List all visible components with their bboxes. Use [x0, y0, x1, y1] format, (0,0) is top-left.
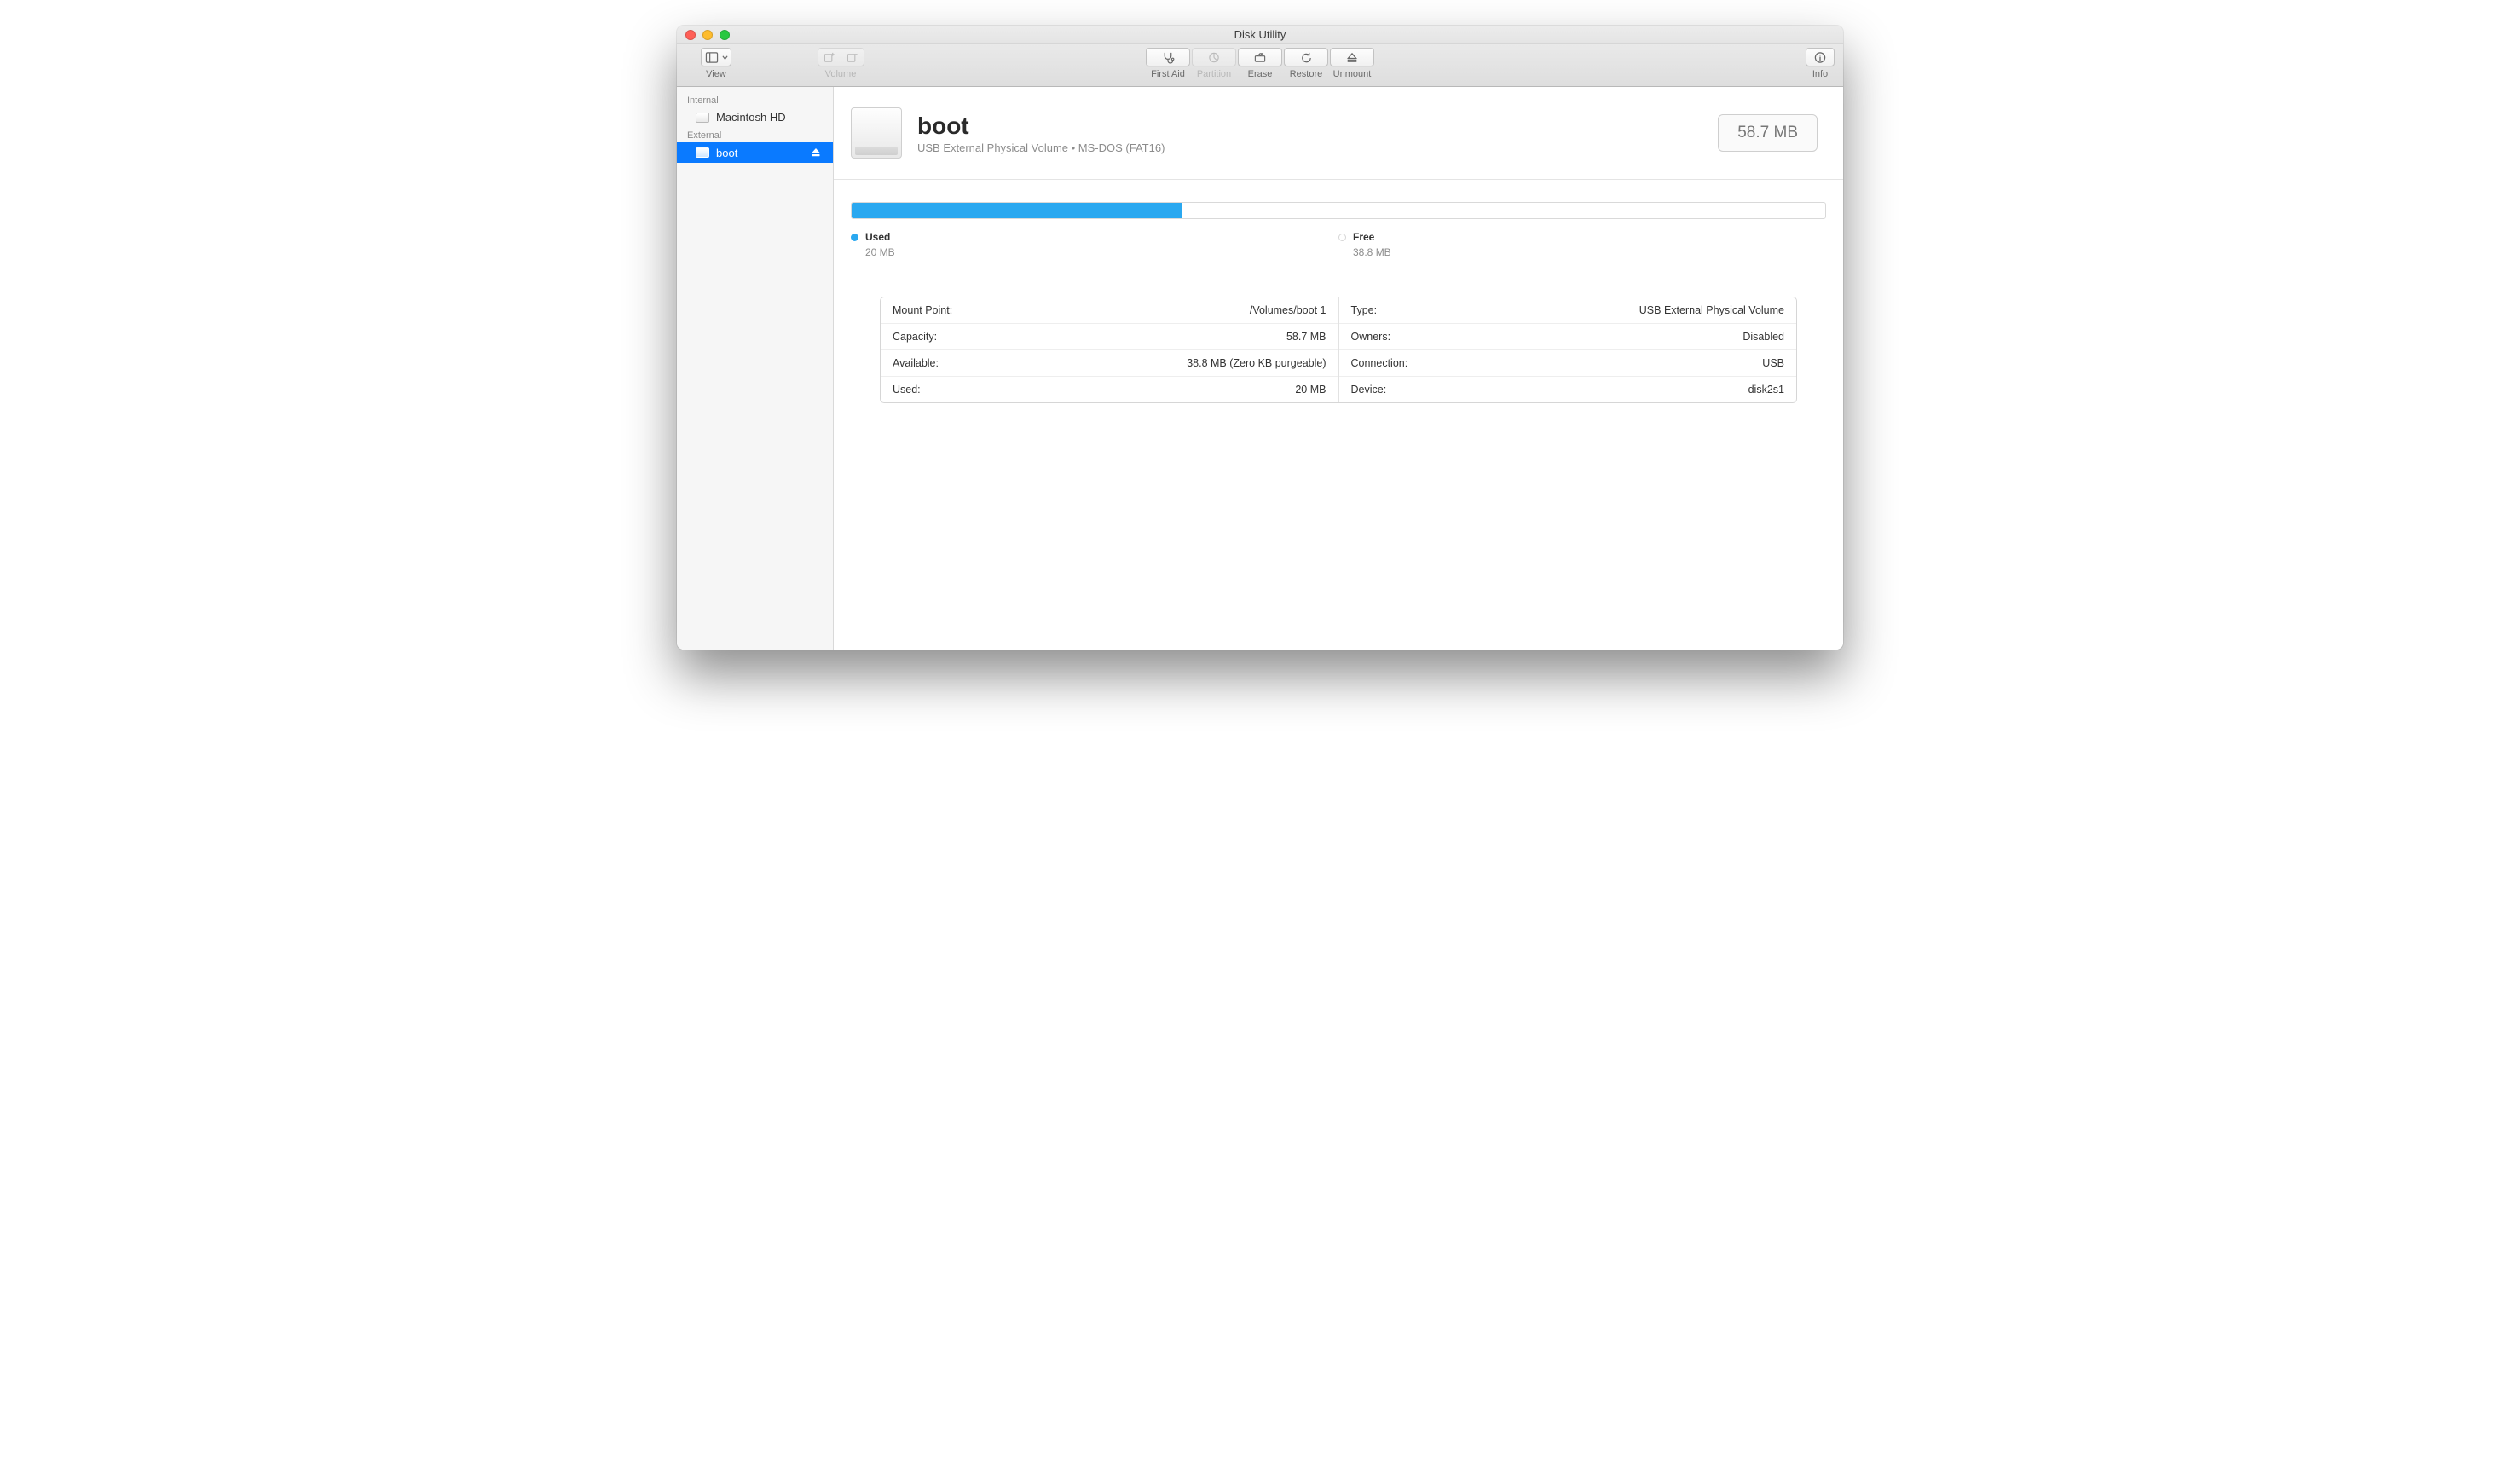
piechart-icon — [1207, 51, 1221, 64]
toolbar-volume-group: Volume — [806, 48, 875, 79]
usage-section: Used 20 MB Free 38.8 MB — [834, 180, 1843, 274]
legend-free: Free 38.8 MB — [1338, 231, 1826, 258]
legend-dot-used — [851, 234, 858, 241]
unmount-button[interactable] — [1330, 48, 1374, 66]
first-aid-button[interactable] — [1146, 48, 1190, 66]
legend-used-label: Used — [865, 231, 890, 243]
stethoscope-icon — [1161, 51, 1175, 64]
usage-legend: Used 20 MB Free 38.8 MB — [851, 231, 1826, 258]
details-table: Mount Point:/Volumes/boot 1 Capacity:58.… — [880, 297, 1797, 403]
sidebar-external-header: External — [677, 127, 833, 142]
window-title: Disk Utility — [677, 28, 1843, 41]
sidebar-item-label: boot — [716, 147, 737, 159]
main-panel: boot USB External Physical Volume • MS-D… — [834, 87, 1843, 650]
content: Internal Macintosh HD External boot boot — [677, 87, 1843, 650]
legend-used-value: 20 MB — [865, 246, 1338, 258]
erase-label: Erase — [1248, 69, 1273, 79]
volume-subtitle: USB External Physical Volume • MS-DOS (F… — [917, 141, 1165, 154]
disk-utility-window: Disk Utility View Volume — [677, 26, 1843, 650]
sidebar-item-label: Macintosh HD — [716, 111, 786, 124]
details-right: Type:USB External Physical Volume Owners… — [1339, 297, 1797, 402]
detail-row-owners: Owners:Disabled — [1339, 324, 1797, 350]
detail-row-type: Type:USB External Physical Volume — [1339, 297, 1797, 324]
eject-button[interactable] — [809, 146, 823, 159]
unmount-label: Unmount — [1333, 69, 1372, 79]
legend-free-label: Free — [1353, 231, 1374, 243]
volume-size-button[interactable]: 58.7 MB — [1718, 114, 1818, 152]
sidebar-item-boot[interactable]: boot — [677, 142, 833, 163]
restore-arrow-icon — [1299, 51, 1313, 64]
toolbar-info-group: Info — [1806, 48, 1835, 79]
info-button[interactable] — [1806, 48, 1835, 66]
remove-volume-button — [841, 48, 864, 66]
detail-row-used: Used:20 MB — [881, 377, 1338, 402]
volume-name: boot — [917, 113, 1165, 140]
detail-row-device: Device:disk2s1 — [1339, 377, 1797, 402]
legend-dot-free — [1338, 234, 1346, 241]
usage-bar-used — [852, 203, 1182, 218]
details-left: Mount Point:/Volumes/boot 1 Capacity:58.… — [881, 297, 1339, 402]
restore-label: Restore — [1290, 69, 1323, 79]
erase-icon — [1253, 51, 1267, 64]
toolbar-actions: First Aid Partition Erase Restore — [1145, 48, 1375, 79]
volume-header: boot USB External Physical Volume • MS-D… — [834, 87, 1843, 180]
volume-minus-icon — [846, 51, 859, 64]
sidebar-layout-icon — [705, 51, 719, 64]
toolbar: View Volume First Aid — [677, 44, 1843, 87]
detail-row-mount-point: Mount Point:/Volumes/boot 1 — [881, 297, 1338, 324]
disk-icon — [696, 147, 709, 158]
legend-used: Used 20 MB — [851, 231, 1338, 258]
view-button[interactable] — [701, 48, 731, 66]
info-icon — [1813, 51, 1827, 64]
chevron-down-icon — [722, 55, 728, 61]
info-label: Info — [1812, 69, 1828, 79]
detail-row-available: Available:38.8 MB (Zero KB purgeable) — [881, 350, 1338, 377]
eject-icon — [1345, 51, 1359, 64]
volume-label: Volume — [825, 69, 857, 79]
legend-free-value: 38.8 MB — [1353, 246, 1826, 258]
sidebar: Internal Macintosh HD External boot — [677, 87, 834, 650]
partition-button — [1192, 48, 1236, 66]
titlebar: Disk Utility — [677, 26, 1843, 44]
detail-row-capacity: Capacity:58.7 MB — [881, 324, 1338, 350]
add-volume-button — [818, 48, 841, 66]
sidebar-internal-header: Internal — [677, 92, 833, 107]
first-aid-label: First Aid — [1151, 69, 1185, 79]
volume-icon — [851, 107, 902, 159]
volume-plus-icon — [823, 51, 836, 64]
restore-button[interactable] — [1284, 48, 1328, 66]
erase-button[interactable] — [1238, 48, 1282, 66]
usage-bar — [851, 202, 1826, 219]
view-label: View — [706, 69, 726, 79]
sidebar-item-macintosh-hd[interactable]: Macintosh HD — [677, 107, 833, 127]
toolbar-view-group: View — [685, 48, 747, 79]
volume-title-block: boot USB External Physical Volume • MS-D… — [917, 113, 1165, 154]
partition-label: Partition — [1197, 69, 1231, 79]
disk-icon — [696, 113, 709, 123]
eject-icon — [811, 147, 821, 158]
detail-row-connection: Connection:USB — [1339, 350, 1797, 377]
